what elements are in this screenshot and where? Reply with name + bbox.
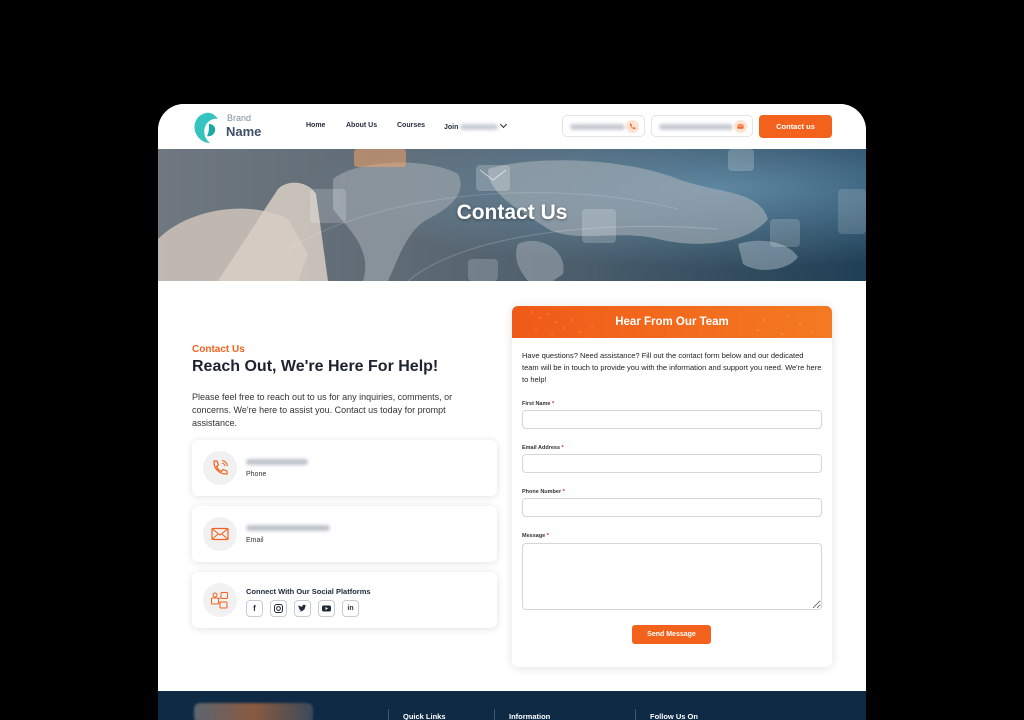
header-phone-pill[interactable] [562,115,645,137]
email-address-label: Email Address * [522,445,564,451]
twitter-icon[interactable] [294,600,311,617]
nav-join-label: Join [444,124,459,131]
social-network-icon-circle [203,583,237,617]
page-title: Contact Us [456,201,568,224]
footer-follow-heading: Follow Us On [650,712,698,720]
required-mark: * [561,445,564,451]
section-headline: Reach Out, We're Here For Help! [192,358,439,375]
email-label: Email [246,537,264,544]
contact-form: Hear From Our Team Have questions? Need … [512,306,832,667]
footer-divider [494,709,495,720]
mail-icon-circle [203,517,237,551]
hero-banner: Contact Us [158,149,866,281]
footer-information-heading: Information [509,712,551,720]
phone-icon-circle [203,451,237,485]
nav-home[interactable]: Home [306,122,325,129]
facebook-icon[interactable]: f [246,600,263,617]
social-card: Connect With Our Social Platforms f in [192,572,497,628]
footer-divider [388,709,389,720]
header-email-pill[interactable] [651,115,753,137]
send-message-button[interactable]: Send Message [632,625,711,644]
footer-quick-links-heading: Quick Links [403,712,446,720]
required-mark: * [546,533,549,539]
nav-about[interactable]: About Us [346,122,377,129]
brand-logo[interactable]: Brand Name [193,111,273,145]
email-address-input[interactable] [522,454,822,473]
first-name-label: First Name * [522,401,554,407]
nav-join-blurred-text [460,124,499,131]
phone-label: Phone [246,471,267,478]
email-address-label-text: Email Address [522,445,561,451]
instagram-icon[interactable] [270,600,287,617]
header-email-blurred [659,124,733,130]
form-description: Have questions? Need assistance? Fill ou… [522,351,822,384]
form-title: Hear From Our Team [615,316,729,328]
message-label: Message * [522,533,549,539]
phone-number-label-text: Phone Number [522,489,562,495]
first-name-label-text: First Name [522,401,551,407]
form-header: Hear From Our Team [512,306,832,338]
footer-divider [635,709,636,720]
social-network-icon [211,592,228,609]
phone-icon [213,460,228,475]
required-mark: * [551,401,555,407]
site-footer: Quick Links Information Follow Us On [158,691,866,720]
mail-icon [734,120,747,133]
phone-icon [626,120,639,133]
chevron-down-icon [500,120,508,129]
section-intro: Please feel free to reach out to us for … [192,392,453,428]
first-name-input[interactable] [522,410,822,429]
phone-card[interactable]: Phone [192,440,497,496]
brand-name-top: Brand [227,113,252,123]
section-kicker: Contact Us [192,344,245,355]
required-mark: * [562,489,565,495]
phone-number-label: Phone Number * [522,489,565,495]
phone-value-blurred [246,459,308,465]
header-phone-blurred [570,124,625,130]
browser-frame: Brand Name Home About Us Courses Join Co… [158,104,866,720]
brand-name-bottom: Name [226,124,262,139]
youtube-icon[interactable] [318,600,335,617]
social-title: Connect With Our Social Platforms [246,587,371,596]
phone-number-input[interactable] [522,498,822,517]
message-textarea[interactable] [522,543,822,610]
site-header: Brand Name Home About Us Courses Join Co… [158,104,866,149]
message-label-text: Message [522,533,546,539]
email-value-blurred [246,525,330,531]
linkedin-icon[interactable]: in [342,600,359,617]
nav-join-dropdown[interactable]: Join [444,120,508,131]
footer-logo [194,703,313,720]
email-card[interactable]: Email [192,506,497,562]
brand-logo-mark [194,112,218,143]
contact-us-button[interactable]: Contact us [759,115,832,138]
mail-icon [211,527,229,541]
nav-courses[interactable]: Courses [397,122,425,129]
